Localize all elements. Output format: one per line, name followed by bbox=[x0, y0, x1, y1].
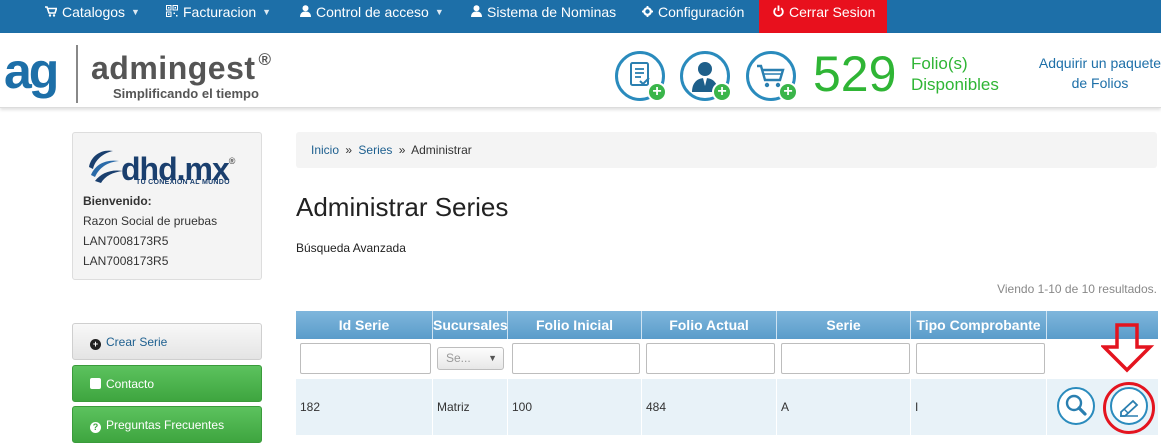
cell-tipo-comprobante: I bbox=[911, 379, 1047, 435]
registered-mark: ® bbox=[258, 50, 272, 69]
column-header[interactable]: Serie bbox=[777, 311, 911, 339]
filter-sucursal-select[interactable]: Se... ▼ bbox=[437, 347, 504, 370]
column-header[interactable]: Id Serie bbox=[296, 311, 433, 339]
razon-social: Razon Social de pruebas bbox=[83, 214, 218, 228]
logo-name-text: admingest bbox=[91, 50, 256, 86]
plus-circle-icon: + bbox=[90, 339, 101, 350]
breadcrumb-separator: » bbox=[345, 143, 353, 157]
chevron-down-icon: ▼ bbox=[488, 353, 497, 363]
top-navbar: Catalogos ▼ Facturacion ▼ Control de acces… bbox=[0, 0, 1161, 33]
folio-label: Folio(s) Disponibles bbox=[911, 53, 999, 95]
results-summary: Viendo 1-10 de 10 resultados. bbox=[997, 282, 1157, 296]
breadcrumb-series[interactable]: Series bbox=[358, 143, 392, 157]
cell-sucursal: Matriz bbox=[433, 379, 508, 435]
contacto-button[interactable]: Contacto bbox=[72, 365, 262, 402]
column-header[interactable]: Folio Inicial bbox=[508, 311, 642, 339]
magnifier-icon bbox=[1065, 394, 1087, 416]
crear-serie-label: Crear Serie bbox=[106, 335, 168, 349]
nav-catalogos[interactable]: Catalogos ▼ bbox=[45, 0, 140, 33]
nav-control-acceso-label: Control de acceso bbox=[316, 4, 429, 20]
logo-tagline: Simplificando el tiempo bbox=[113, 86, 259, 101]
gear-icon bbox=[642, 1, 653, 25]
nav-sistema-nominas-label: Sistema de Nominas bbox=[487, 4, 617, 20]
cart-icon bbox=[45, 1, 58, 25]
filter-serie-input[interactable] bbox=[781, 343, 910, 374]
logo-divider bbox=[76, 45, 78, 103]
filter-folio-actual-input[interactable] bbox=[646, 343, 775, 374]
chevron-down-icon: ▼ bbox=[262, 7, 272, 17]
buy-link-line-1: Adquirir un paquete bbox=[1038, 55, 1161, 71]
chevron-down-icon: ▼ bbox=[131, 7, 140, 17]
faq-button[interactable]: ? Preguntas Frecuentes bbox=[72, 406, 262, 443]
qr-icon bbox=[166, 1, 178, 25]
nav-configuracion-label: Configuración bbox=[658, 4, 745, 20]
new-user-button[interactable]: + bbox=[680, 51, 732, 102]
logout-button[interactable]: Cerrar Sesion bbox=[759, 0, 887, 33]
filter-sucursal-placeholder: Se... bbox=[446, 351, 471, 365]
cell-folio-actual: 484 bbox=[642, 379, 777, 435]
page-title: Administrar Series bbox=[296, 192, 509, 222]
power-icon bbox=[773, 1, 784, 25]
column-header[interactable]: Folio Actual bbox=[642, 311, 777, 339]
plus-icon: + bbox=[778, 82, 798, 102]
folio-label-line-1: Folio(s) bbox=[911, 54, 968, 73]
table-row: 182 Matriz 100 484 A I bbox=[296, 379, 1158, 435]
profile-panel: dhd.mx® TU CONEXIÓN AL MUNDO Bienvenido:… bbox=[72, 132, 262, 280]
view-button[interactable] bbox=[1057, 387, 1095, 425]
nav-control-acceso[interactable]: Control de acceso ▼ bbox=[300, 0, 444, 33]
highlight-circle-annotation bbox=[1103, 382, 1155, 434]
column-header[interactable]: Tipo Comprobante bbox=[911, 311, 1047, 339]
faq-label: Preguntas Frecuentes bbox=[106, 418, 225, 432]
chat-icon bbox=[90, 378, 101, 389]
plus-icon: + bbox=[712, 82, 732, 102]
plus-icon: + bbox=[647, 82, 667, 102]
advanced-search-link[interactable]: Búsqueda Avanzada bbox=[296, 241, 406, 255]
new-invoice-button[interactable]: + bbox=[615, 51, 667, 102]
user-icon bbox=[300, 1, 311, 25]
nav-facturacion-label: Facturacion bbox=[183, 4, 257, 20]
cell-id-serie: 182 bbox=[296, 379, 433, 435]
buy-link-line-2: de Folios bbox=[1071, 75, 1129, 91]
nav-facturacion[interactable]: Facturacion ▼ bbox=[166, 0, 271, 33]
buy-package-link[interactable]: Adquirir un paquete de Folios bbox=[1035, 53, 1161, 93]
logout-label: Cerrar Sesion bbox=[789, 4, 876, 20]
crear-serie-button[interactable]: + Crear Serie bbox=[72, 323, 262, 360]
app-header: ag admingest ® Simplificando el tiempo + … bbox=[0, 33, 1161, 108]
breadcrumb-inicio[interactable]: Inicio bbox=[311, 143, 339, 157]
contacto-label: Contacto bbox=[106, 377, 155, 391]
breadcrumb-separator: » bbox=[398, 143, 406, 157]
breadcrumb: Inicio » Series » Administrar bbox=[296, 132, 1157, 168]
company-registered-mark: ® bbox=[228, 156, 236, 166]
dhd-globe-logo bbox=[89, 150, 123, 183]
buy-folios-button[interactable]: + bbox=[746, 51, 798, 102]
logo-mark: ag bbox=[4, 43, 59, 99]
column-header[interactable]: Sucursales bbox=[433, 311, 508, 339]
nav-catalogos-label: Catalogos bbox=[62, 4, 126, 20]
chevron-down-icon: ▼ bbox=[434, 7, 444, 17]
filter-id-serie-input[interactable] bbox=[300, 343, 431, 374]
user-icon bbox=[471, 1, 482, 25]
question-icon: ? bbox=[90, 422, 101, 433]
table-header: Id Serie Sucursales Folio Inicial Folio … bbox=[296, 311, 1158, 339]
nav-configuracion[interactable]: Configuración bbox=[642, 0, 744, 33]
filter-folio-inicial-input[interactable] bbox=[512, 343, 640, 374]
welcome-label: Bienvenido: bbox=[83, 194, 152, 208]
folio-count: 529 bbox=[813, 46, 897, 102]
folio-label-line-2: Disponibles bbox=[911, 75, 999, 94]
nav-sistema-nominas[interactable]: Sistema de Nominas bbox=[471, 0, 616, 33]
company-tagline: TU CONEXIÓN AL MUNDO bbox=[136, 179, 230, 186]
filter-tipo-comprobante-input[interactable] bbox=[916, 343, 1045, 374]
cell-folio-inicial: 100 bbox=[508, 379, 642, 435]
breadcrumb-current: Administrar bbox=[411, 143, 472, 157]
cell-serie: A bbox=[777, 379, 911, 435]
filter-row: Se... ▼ bbox=[296, 339, 1158, 379]
logo-name: admingest ® bbox=[91, 42, 272, 86]
rfc-line: LAN7008173R5 bbox=[83, 254, 169, 268]
down-arrow-annotation-icon bbox=[1101, 323, 1155, 373]
rfc-line: LAN7008173R5 bbox=[83, 234, 169, 248]
